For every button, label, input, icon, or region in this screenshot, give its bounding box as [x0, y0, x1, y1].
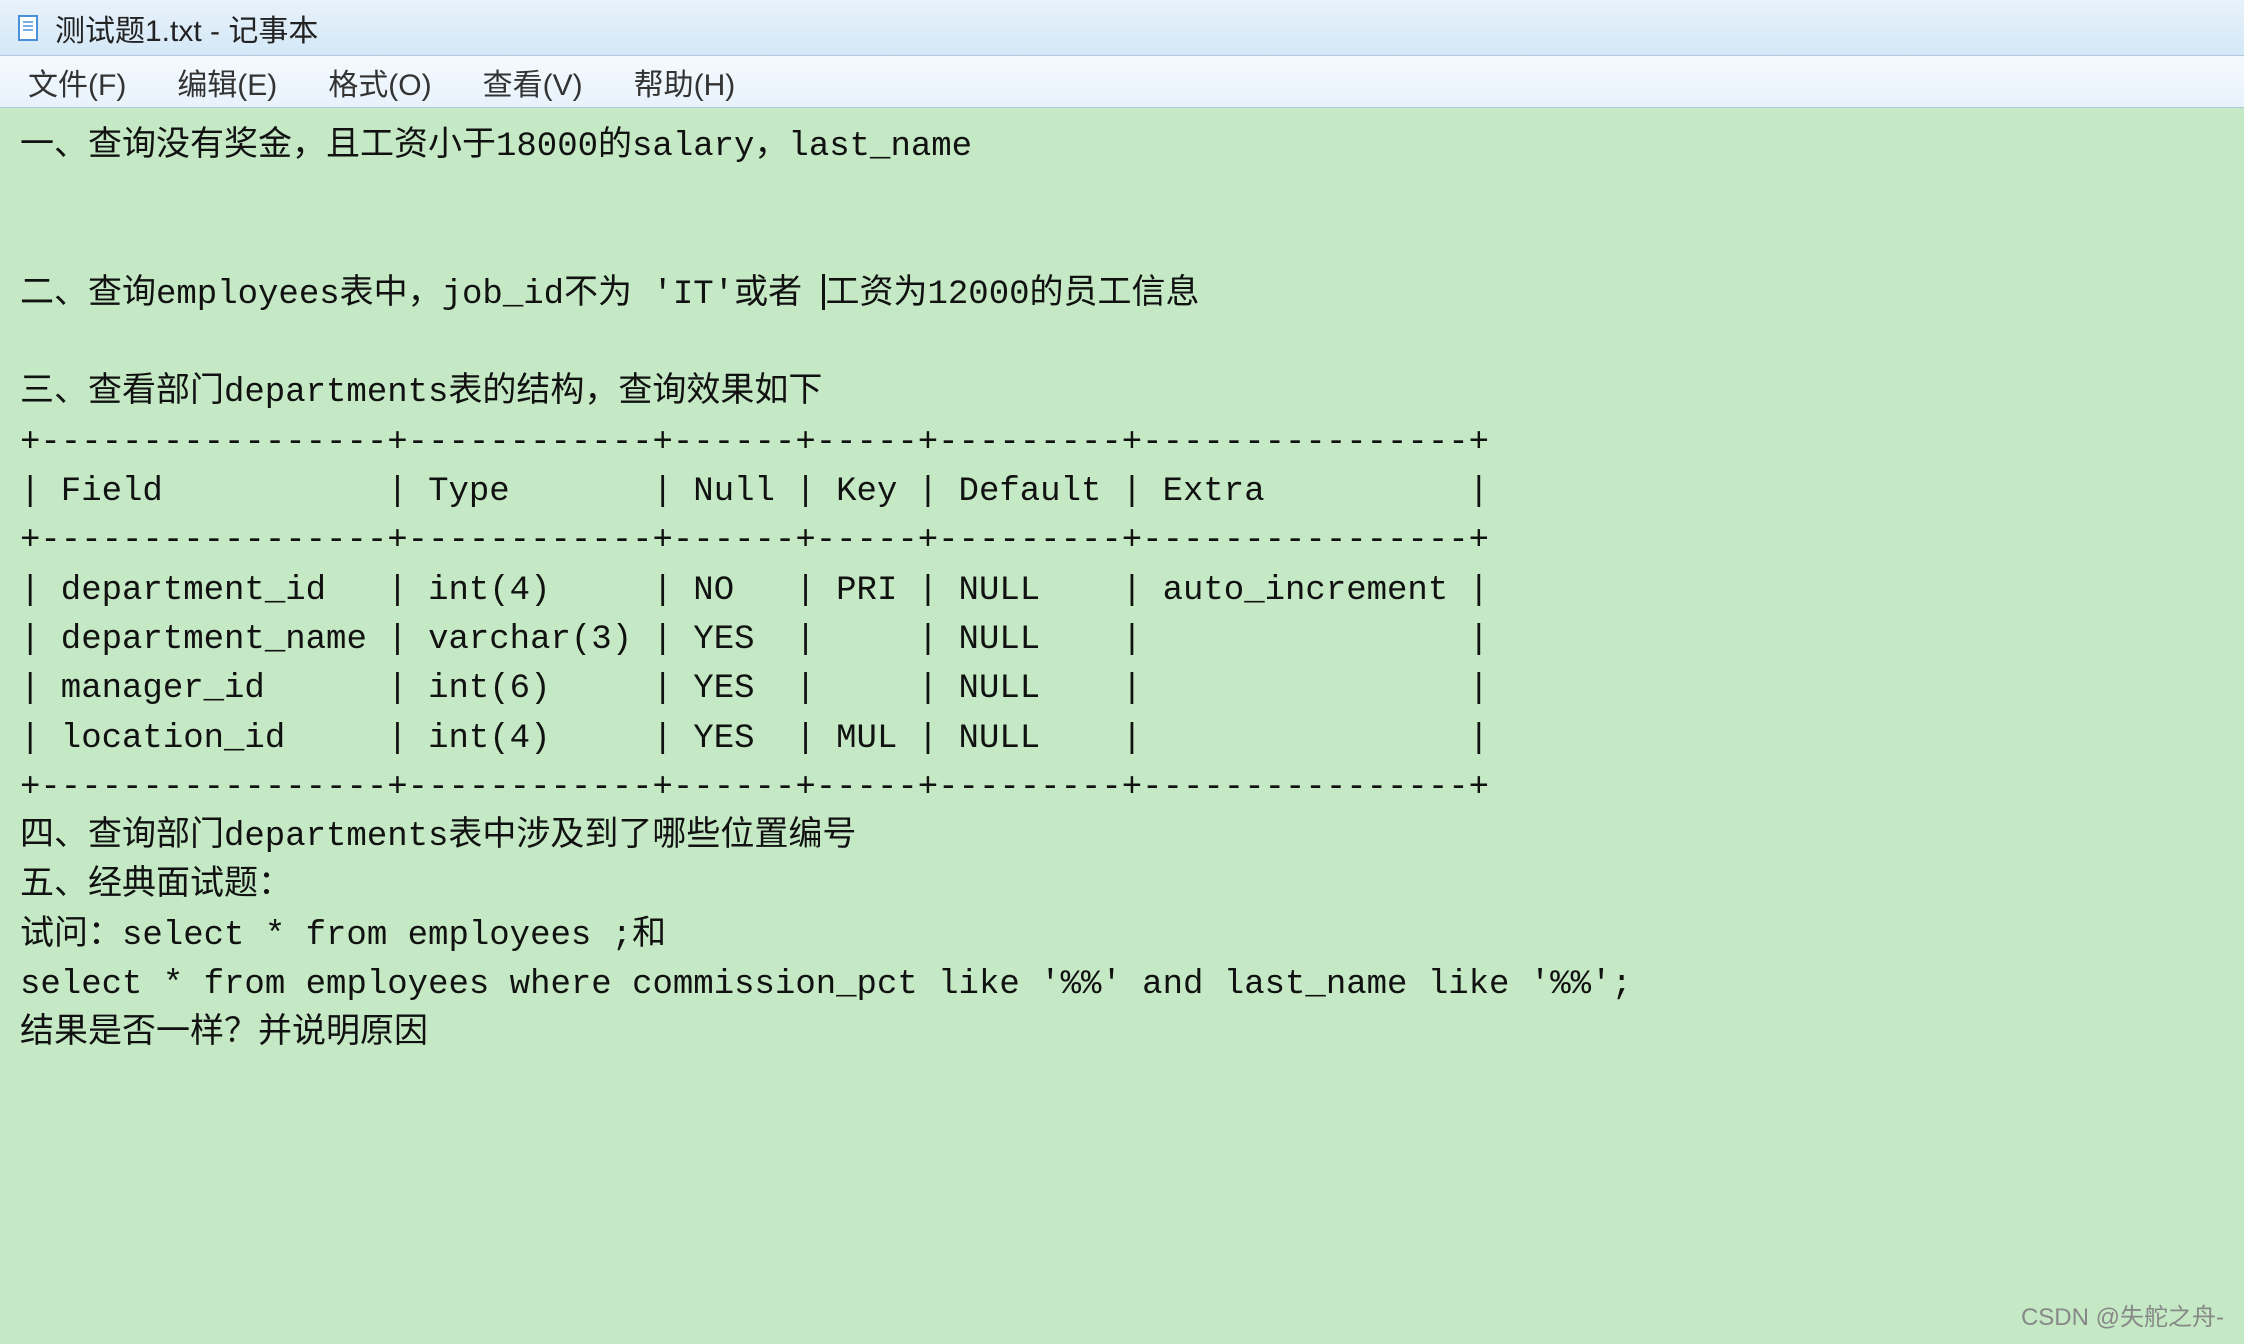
- watermark-text: CSDN @失舵之舟-: [2021, 1297, 2224, 1332]
- content-line: +-----------------+------------+------+-…: [20, 769, 1489, 807]
- menu-file[interactable]: 文件(F): [20, 58, 134, 106]
- content-line: | manager_id | int(6) | YES | | NULL | |: [20, 670, 1489, 708]
- notepad-window: 测试题1.txt - 记事本 文件(F) 编辑(E) 格式(O) 查看(V) 帮…: [0, 0, 2244, 1344]
- content-line: +-----------------+------------+------+-…: [20, 424, 1489, 462]
- content-line: 一、查询没有奖金，且工资小于18000的salary，last_name: [20, 128, 972, 166]
- content-line: 二、查询employees表中，job_id不为 'IT'或者: [20, 276, 822, 314]
- notepad-icon: [15, 14, 43, 42]
- menu-view[interactable]: 查看(V): [475, 58, 591, 106]
- content-line: | department_name | varchar(3) | YES | |…: [20, 621, 1489, 659]
- text-editor-area[interactable]: 一、查询没有奖金，且工资小于18000的salary，last_name 二、查…: [0, 108, 2244, 1344]
- content-line: 工资为12000的员工信息: [825, 276, 1199, 314]
- menu-format[interactable]: 格式(O): [320, 58, 439, 106]
- titlebar[interactable]: 测试题1.txt - 记事本: [0, 0, 2244, 56]
- content-line: 五、经典面试题：: [20, 867, 292, 905]
- menu-help[interactable]: 帮助(H): [626, 58, 744, 106]
- menubar: 文件(F) 编辑(E) 格式(O) 查看(V) 帮助(H): [0, 56, 2244, 108]
- content-line: +-----------------+------------+------+-…: [20, 522, 1489, 560]
- menu-edit[interactable]: 编辑(E): [169, 58, 285, 106]
- content-line: 试问：select * from employees ;和: [20, 917, 666, 955]
- content-line: 四、查询部门departments表中涉及到了哪些位置编号: [20, 818, 856, 856]
- content-line: 三、查看部门departments表的结构，查询效果如下: [20, 374, 822, 412]
- content-line: select * from employees where commission…: [20, 966, 1632, 1004]
- text-caret: [822, 274, 825, 310]
- window-title: 测试题1.txt - 记事本: [55, 6, 318, 50]
- content-line: 结果是否一样？并说明原因: [20, 1015, 428, 1053]
- content-line: | department_id | int(4) | NO | PRI | NU…: [20, 572, 1489, 610]
- content-line: | location_id | int(4) | YES | MUL | NUL…: [20, 720, 1489, 758]
- content-line: | Field | Type | Null | Key | Default | …: [20, 473, 1489, 511]
